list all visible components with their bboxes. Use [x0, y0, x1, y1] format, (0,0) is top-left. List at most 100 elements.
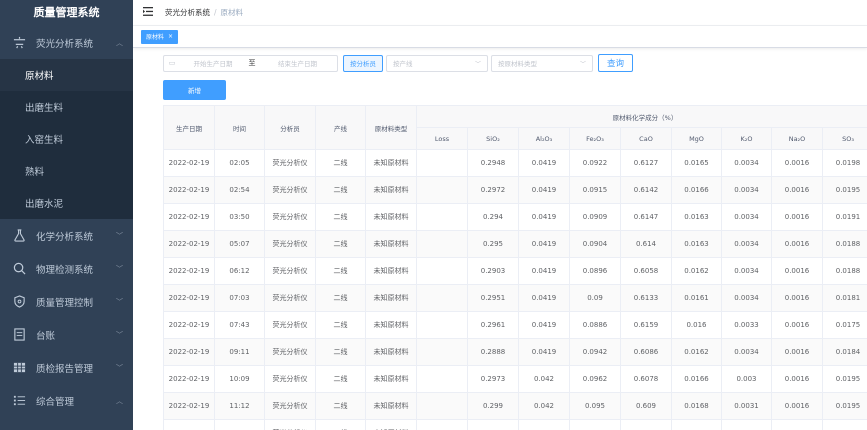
- submenu: 原材料 出磨生料 入窑生料 熟料 出磨水泥: [0, 59, 133, 219]
- table-cell: 0.2903: [467, 257, 519, 285]
- query-button[interactable]: 查询: [598, 54, 634, 72]
- sidebar-sub-item-raw-meal-in[interactable]: 入窑生料: [0, 123, 133, 155]
- sidebar-item-general[interactable]: 综合管理 ︿: [0, 384, 133, 417]
- table-row[interactable]: 2022-02-19 11:12 荧光分析仪 二线 未知原材料 0.299 0.042 0.0…: [163, 392, 867, 420]
- chevron-down-icon: ﹀: [474, 60, 481, 68]
- table-cell: [416, 338, 468, 366]
- table-cell: 0.0419: [518, 230, 570, 258]
- table-cell: 2022-02-19: [163, 149, 215, 177]
- sidebar-item-physical[interactable]: 物理检测系统 ﹀: [0, 252, 133, 285]
- table-cell: 2022-02-19: [163, 284, 215, 312]
- col-header-composition: Fe₂O₃: [569, 127, 621, 150]
- sidebar-item-quality-control[interactable]: 质量管理控制 ﹀: [0, 285, 133, 318]
- table-row[interactable]: 2022-02-19 09:11 荧光分析仪 二线 未知原材料 0.2888 0.0419 0…: [163, 338, 867, 366]
- hamburger-icon[interactable]: [143, 6, 153, 19]
- table-cell: 0.0031: [721, 392, 772, 420]
- table-cell: 二线: [315, 284, 366, 312]
- table-cell: 未知原材料: [365, 365, 417, 393]
- sidebar-sub-item-cement[interactable]: 出磨水泥: [0, 187, 133, 219]
- table-cell: 0.0195: [821, 176, 867, 204]
- chevron-down-icon: ﹀: [579, 60, 586, 68]
- chevron-up-icon: ︿: [116, 396, 123, 405]
- table-cell: 0.0165: [671, 149, 722, 177]
- table-cell: 0.0016: [771, 311, 823, 339]
- table-row[interactable]: 2022-02-19 07:43 荧光分析仪 二线 未知原材料 0.2961 0.0419 0…: [163, 311, 867, 339]
- table-row[interactable]: 2022-02-19 02:54 荧光分析仪 二线 未知原材料 0.2972 0.0419 0…: [163, 176, 867, 204]
- table-cell: 未知原材料: [365, 338, 417, 366]
- table-cell: 0.0188: [821, 230, 867, 258]
- table-cell: 未知原材料: [365, 392, 417, 420]
- table-cell: 0.0016: [771, 419, 823, 430]
- breadcrumb-current: 原材料: [220, 8, 244, 17]
- table-cell: 12:1: [214, 419, 265, 430]
- table-cell: 0.2888: [467, 338, 519, 366]
- table-cell: 未知原材料: [365, 203, 417, 231]
- table-cell: 0.6086: [620, 338, 672, 366]
- table-row[interactable]: 2022-02-19 05:07 荧光分析仪 二线 未知原材料 0.295 0.0419 0.…: [163, 230, 867, 258]
- table-cell: 未知原材料: [365, 149, 417, 177]
- line-select-placeholder: 按产线: [393, 60, 413, 68]
- table-cell: 0.0168: [671, 392, 722, 420]
- table-row[interactable]: 2022-02-19 03:50 荧光分析仪 二线 未知原材料 0.294 0.0419 0.…: [163, 203, 867, 231]
- table-cell: 荧光分析仪: [264, 392, 316, 420]
- sidebar-item-report[interactable]: 质检报告管理 ﹀: [0, 351, 133, 384]
- analyst-button[interactable]: 按分析员: [343, 54, 383, 72]
- col-header-line: 产线: [315, 105, 366, 150]
- material-select-placeholder: 按原材料类型: [498, 60, 537, 68]
- sidebar-sub-item-clinker[interactable]: 熟料: [0, 155, 133, 187]
- sidebar-item-chemical[interactable]: 化学分析系统 ﹀: [0, 219, 133, 252]
- start-date-input[interactable]: 开始生产日期: [180, 58, 246, 68]
- table-cell: [416, 176, 468, 204]
- table-cell: 未知原材料: [365, 176, 417, 204]
- sidebar-sub-item-raw-meal-out[interactable]: 出磨生料: [0, 91, 133, 123]
- table-cell: 0.6127: [620, 149, 672, 177]
- table-cell: 0.0163: [671, 419, 722, 430]
- table-cell: 荧光分析仪: [264, 176, 316, 204]
- table-cell: 0.6058: [620, 257, 672, 285]
- table-cell: 0.0034: [721, 176, 772, 204]
- sidebar-item-ledger[interactable]: 台账 ﹀: [0, 318, 133, 351]
- filter-bar: ▭ 开始生产日期 至 结束生产日期 按分析员 按产线 ﹀ 按原材料类型 ﹀ 查询: [163, 54, 867, 72]
- table-cell: 二线: [315, 230, 366, 258]
- table-cell: [416, 419, 468, 430]
- table-cell: 0.0175: [821, 311, 867, 339]
- line-select[interactable]: 按产线 ﹀: [386, 54, 488, 72]
- table-cell: 0.2973: [467, 365, 519, 393]
- chevron-down-icon: ﹀: [116, 297, 123, 306]
- table-row[interactable]: 2022-02-19 10:09 荧光分析仪 二线 未知原材料 0.2973 0.042 0.…: [163, 365, 867, 393]
- table-cell: 0.0033: [721, 419, 772, 430]
- tag-raw-material[interactable]: 原材料 ×: [141, 29, 179, 44]
- table-row[interactable]: 2022-02-19 02:05 荧光分析仪 二线 未知原材料 0.2948 0.0419 0…: [163, 149, 867, 177]
- sidebar-sub-item-raw-material[interactable]: 原材料: [0, 59, 133, 91]
- chevron-up-icon: ︿: [116, 38, 123, 47]
- table-cell: 0.2972: [467, 176, 519, 204]
- date-range-picker[interactable]: ▭ 开始生产日期 至 结束生产日期: [163, 54, 338, 72]
- col-header-composition: SiO₂: [467, 127, 519, 150]
- close-icon[interactable]: ×: [168, 33, 173, 40]
- table-cell: 0.2948: [467, 149, 519, 177]
- table-row[interactable]: 2022-02-1912:1荧光分析仪二线未知原材料0.29000.04190.…: [163, 419, 867, 430]
- sidebar-item-fluorescence[interactable]: 荧光分析系统 ︿: [0, 26, 133, 59]
- table-cell: 2022-02-19: [163, 257, 215, 285]
- col-header-date: 生产日期: [163, 105, 215, 150]
- material-type-select[interactable]: 按原材料类型 ﹀: [491, 54, 593, 72]
- col-header-composition: Na₂O: [771, 127, 823, 150]
- shield-icon: [12, 295, 26, 309]
- table-row[interactable]: 2022-02-19 06:12 荧光分析仪 二线 未知原材料 0.2903 0.0419 0…: [163, 257, 867, 285]
- table-cell: [416, 392, 468, 420]
- table-cell: 0.0419: [518, 338, 570, 366]
- table-cell: 07:03: [214, 284, 265, 312]
- col-header-composition: Al₂O₃: [518, 127, 570, 150]
- table-cell: 06:12: [214, 257, 265, 285]
- table-cell: 0.294: [467, 203, 519, 231]
- breadcrumb-item[interactable]: 荧光分析系统: [165, 7, 210, 18]
- table-cell: 0.0016: [771, 392, 823, 420]
- table-cell: 荧光分析仪: [264, 338, 316, 366]
- table-cell: 0.0034: [721, 203, 772, 231]
- end-date-input[interactable]: 结束生产日期: [258, 58, 337, 68]
- table-cell: 二线: [315, 338, 366, 366]
- table-cell: [416, 257, 468, 285]
- table-row[interactable]: 2022-02-19 07:03 荧光分析仪 二线 未知原材料 0.2951 0.0419 0…: [163, 284, 867, 312]
- add-button[interactable]: 新增: [163, 80, 226, 100]
- sidebar: 质量管理系统 荧光分析系统 ︿ 原材料 出磨生料 入窑生料 熟料 出磨水泥 化学…: [0, 0, 133, 430]
